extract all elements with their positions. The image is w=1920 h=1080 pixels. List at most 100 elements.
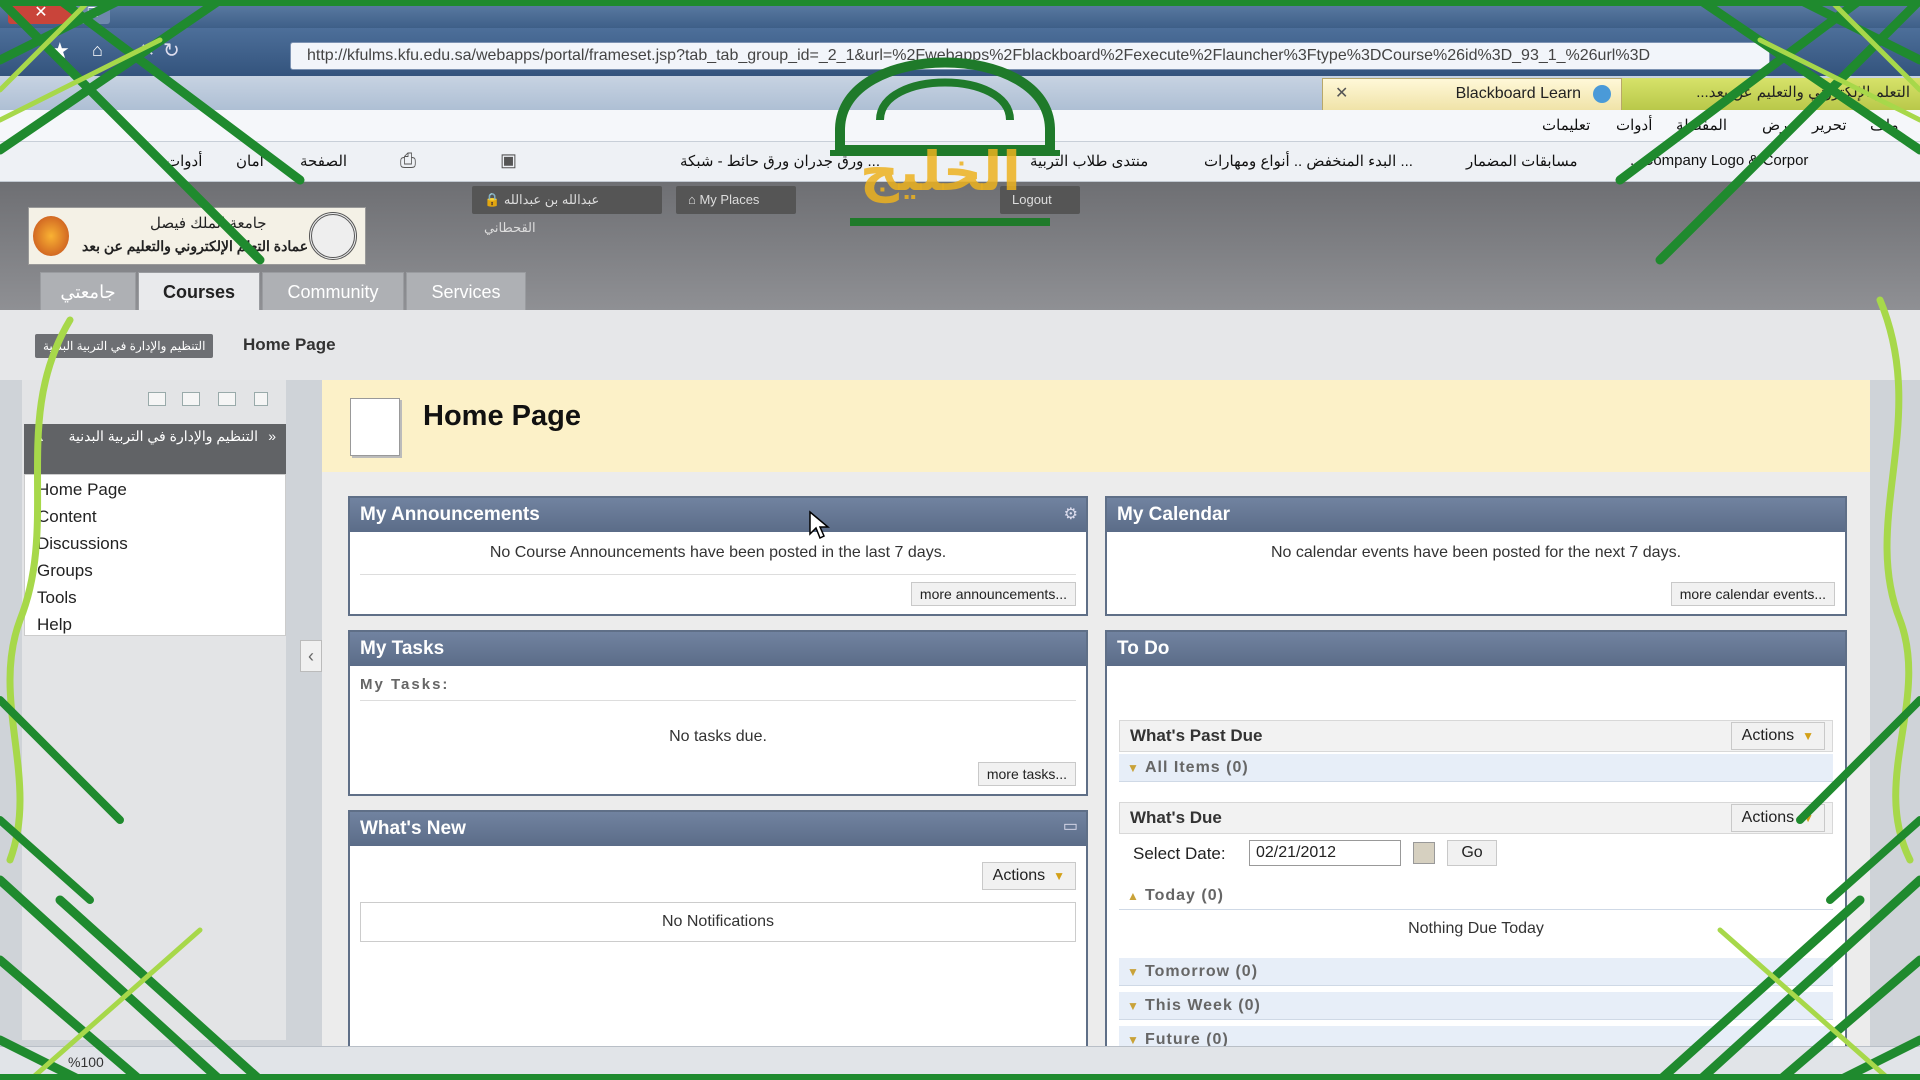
breadcrumb-course[interactable]: التنظيم والإدارة في التربية البدنية [35, 334, 214, 358]
chevron-down-icon: ▼ [1127, 761, 1140, 775]
restore-window-button[interactable]: ❐ [76, 2, 110, 24]
course-menu-groups[interactable]: Groups [37, 561, 93, 581]
new-window-icon[interactable] [218, 392, 236, 406]
menu-edit[interactable]: تحرير [1812, 116, 1847, 134]
tab-title: Blackboard Learn [1455, 85, 1581, 102]
course-menu-home-page[interactable]: Home Page [37, 480, 127, 500]
more-tasks-button[interactable]: more tasks... [977, 762, 1076, 786]
command-tools[interactable]: أدوات [166, 152, 202, 170]
tasks-title[interactable]: My Tasks [350, 632, 1086, 666]
course-menu-help[interactable]: Help [37, 615, 72, 635]
star-icon[interactable]: ★ [50, 38, 70, 64]
course-menu-content[interactable]: Content [37, 507, 97, 527]
folder-view-icon[interactable] [182, 392, 200, 406]
calendar-title[interactable]: My Calendar [1107, 498, 1845, 532]
elearning-logo-icon [33, 216, 69, 256]
mouse-pointer-icon [809, 510, 830, 540]
logo-title: جامعة الملك فيصل [150, 215, 267, 232]
favorite-low-start[interactable]: البدء المنخفض .. أنواع ومهارات ... [1204, 152, 1413, 170]
tab-courses[interactable]: Courses [138, 272, 260, 310]
stop-icon[interactable]: ✕ [140, 40, 155, 61]
tab-my-university[interactable]: جامعتي [40, 272, 136, 310]
browser-tab-active[interactable]: ✕ Blackboard Learn [1322, 78, 1622, 110]
select-date-input[interactable]: 02/21/2012 [1249, 840, 1401, 866]
address-input[interactable]: http://kfulms.kfu.edu.sa/webapps/portal/… [290, 42, 1770, 70]
whats-due-header: What's Due [1119, 802, 1833, 834]
course-title-icon: ▲ [32, 428, 46, 444]
all-items-bucket[interactable]: ▼ All Items (0) [1119, 754, 1833, 782]
seal-icon [309, 212, 357, 260]
my-places-button[interactable]: ⌂ My Places [676, 186, 796, 214]
calendar-module: My Calendar No calendar events have been… [1105, 496, 1847, 616]
chevron-down-icon: ▼ [1127, 999, 1140, 1013]
go-button[interactable]: Go [1447, 840, 1497, 866]
whats-due-actions-button[interactable]: Actions ▼ [1730, 804, 1825, 832]
module-settings-icon[interactable]: ⚙ [1064, 504, 1078, 524]
menu-help[interactable]: تعليمات [1542, 116, 1590, 134]
menu-view-icon[interactable] [148, 392, 166, 406]
select-date-label: Select Date: [1133, 844, 1226, 863]
today-bucket[interactable]: ▲ Today (0) [1119, 882, 1833, 910]
chevron-down-icon: ▼ [1802, 729, 1814, 743]
browser-status-bar [0, 1046, 1920, 1080]
notifications-box: No Notifications [360, 902, 1076, 942]
announcements-module: My Announcements ⚙ No Course Announcemen… [348, 496, 1088, 616]
tab-services[interactable]: Services [406, 272, 526, 310]
refresh-menu-icon[interactable] [254, 392, 268, 406]
favorite-forum[interactable]: منتدى طلاب التربية [1030, 152, 1148, 170]
tasks-module: My Tasks My Tasks: No tasks due. more ta… [348, 630, 1088, 796]
home-icon[interactable]: ⌂ [92, 40, 103, 61]
close-window-button[interactable]: ✕ [8, 2, 74, 24]
command-security[interactable]: أمان [236, 152, 264, 170]
rss-icon[interactable]: ▣ [500, 150, 517, 171]
page-title: Home Page [423, 400, 581, 432]
menu-favorites[interactable]: المفضلة [1676, 116, 1727, 134]
announcements-empty-text: No Course Announcements have been posted… [489, 544, 947, 561]
calendar-picker-icon[interactable] [1413, 842, 1435, 864]
print-icon[interactable]: ⎙ [400, 150, 416, 173]
favorite-company-logo[interactable]: ...Company Logo & Corpor [1630, 152, 1808, 169]
collapse-panel-button[interactable]: ‹ [300, 640, 322, 672]
calendar-empty-text: No calendar events have been posted for … [1270, 544, 1682, 561]
menu-view[interactable]: عرض [1762, 116, 1797, 134]
nothing-due-text: Nothing Due Today [1408, 920, 1544, 937]
browser-titlebar: ✕ ❐ [0, 0, 1920, 28]
browser-tab-inactive[interactable]: ...التعلم الإلكتروني والتعليم عن بعد [1622, 78, 1920, 110]
watermark-text: الخليج [860, 140, 1021, 203]
favorite-wallpaper[interactable]: ورق جدران ورق حائط - شبكة ... [680, 152, 880, 170]
chevron-down-icon: ▼ [1802, 811, 1814, 825]
menu-file[interactable]: ملف [1870, 116, 1899, 134]
todo-title[interactable]: To Do [1107, 632, 1845, 666]
course-menu-tools[interactable]: Tools [37, 588, 77, 608]
course-title[interactable]: » ▲ التنظيم والإدارة في التربية البدنية [24, 424, 286, 474]
tab-close-icon[interactable]: ✕ [1335, 79, 1348, 109]
more-announcements-button[interactable]: more announcements... [910, 582, 1076, 606]
this-week-bucket[interactable]: ▼ This Week (0) [1119, 992, 1833, 1020]
announcements-title[interactable]: My Announcements [350, 498, 1086, 532]
ie-icon [1593, 85, 1611, 103]
course-menu-discussions[interactable]: Discussions [37, 534, 128, 554]
past-due-actions-button[interactable]: Actions ▼ [1730, 722, 1825, 750]
whats-new-title[interactable]: What's New [350, 812, 1086, 846]
refresh-icon[interactable]: ↻ [163, 38, 180, 63]
chevron-up-icon: ▲ [1127, 889, 1140, 903]
menu-tools[interactable]: أدوات [1616, 116, 1652, 134]
more-calendar-events-button[interactable]: more calendar events... [1670, 582, 1835, 606]
logo-subtitle: عمادة التعلم الإلكتروني والتعليم عن بعد [82, 238, 309, 254]
breadcrumb-current-page: Home Page [243, 335, 336, 354]
page-document-icon [350, 398, 400, 456]
tomorrow-bucket[interactable]: ▼ Tomorrow (0) [1119, 958, 1833, 986]
command-page[interactable]: الصفحة [300, 152, 347, 170]
whats-new-actions-button[interactable]: Actions ▼ [981, 862, 1076, 890]
module-window-icon[interactable]: ▭ [1063, 816, 1078, 836]
todo-module: To Do What's Past Due Actions ▼ ▼ All Item… [1105, 630, 1847, 1054]
collapse-menu-icon[interactable]: » [268, 428, 276, 444]
tab-community[interactable]: Community [262, 272, 404, 310]
chevron-down-icon: ▼ [1127, 965, 1140, 979]
tasks-empty-text: No tasks due. [669, 728, 767, 745]
user-name-button[interactable]: 🔒 عبدالله بن عبدالله القحطاني [472, 186, 662, 235]
whats-new-module: What's New ▭ Actions ▼ No Notifications [348, 810, 1088, 1050]
zoom-level[interactable]: %100 [68, 1054, 104, 1070]
favorite-competitions[interactable]: مسابقات المضمار [1466, 152, 1578, 170]
past-due-header: What's Past Due [1119, 720, 1833, 752]
